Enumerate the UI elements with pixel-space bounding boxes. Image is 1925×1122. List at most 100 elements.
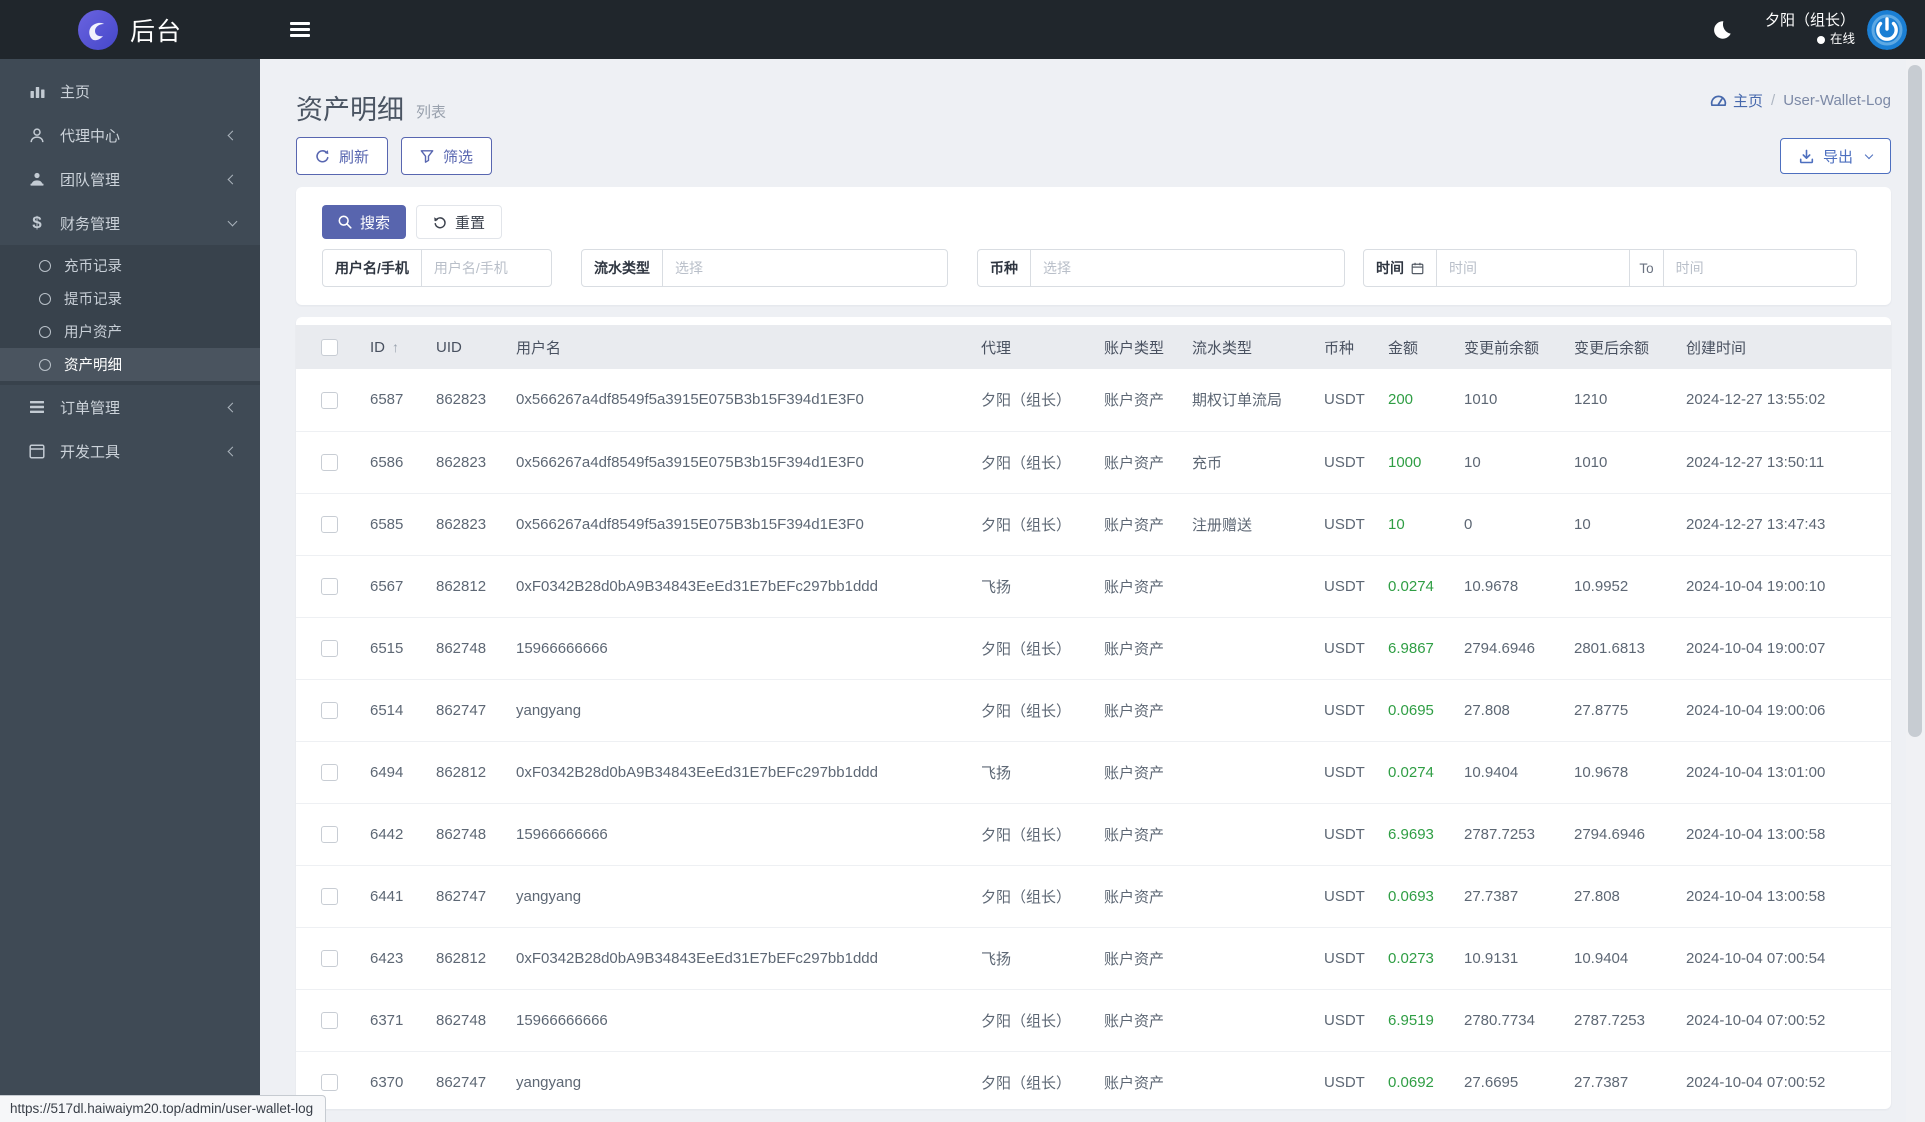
cell-coin: USDT bbox=[1314, 431, 1378, 494]
cell-id: 6494 bbox=[360, 741, 426, 804]
table-row: 6587 862823 0x566267a4df8549f5a3915E075B… bbox=[296, 369, 1891, 432]
time-filter-label: 时间 bbox=[1364, 250, 1437, 286]
power-icon bbox=[1867, 9, 1907, 50]
cell-amount: 0.0274 bbox=[1378, 555, 1454, 618]
row-checkbox[interactable] bbox=[320, 515, 338, 533]
cell-uid: 862812 bbox=[426, 741, 506, 804]
breadcrumb-separator: / bbox=[1771, 91, 1776, 109]
row-checkbox[interactable] bbox=[320, 577, 338, 595]
cell-flow-type bbox=[1182, 803, 1314, 866]
sidebar-item-withdraw-records[interactable]: 提币记录 bbox=[0, 282, 260, 315]
table-row: 6442 862748 15966666666 夕阳（组长） 账户资产 USDT… bbox=[296, 803, 1891, 866]
hamburger-icon[interactable] bbox=[290, 19, 310, 41]
refresh-button[interactable]: 刷新 bbox=[296, 137, 389, 175]
cell-flow-type bbox=[1182, 1051, 1314, 1109]
chevron-left-icon bbox=[227, 402, 238, 412]
filter-button[interactable]: 筛选 bbox=[401, 137, 493, 175]
sidebar-item-order-management[interactable]: 订单管理 bbox=[0, 385, 260, 429]
export-button[interactable]: 导出 bbox=[1779, 138, 1891, 174]
cell-id: 6586 bbox=[360, 431, 426, 494]
cell-account-type: 账户资产 bbox=[1094, 493, 1182, 556]
coin-filter-group: 币种 bbox=[977, 249, 1345, 287]
refresh-icon bbox=[316, 149, 329, 162]
cell-coin: USDT bbox=[1314, 1051, 1378, 1109]
column-header-id[interactable]: ID ↑ bbox=[360, 325, 426, 369]
reset-button[interactable]: 重置 bbox=[416, 205, 503, 239]
row-checkbox[interactable] bbox=[320, 887, 338, 905]
row-checkbox[interactable] bbox=[320, 701, 338, 719]
table-row: 6586 862823 0x566267a4df8549f5a3915E075B… bbox=[296, 431, 1891, 494]
sidebar-item-home[interactable]: 主页 bbox=[0, 69, 260, 113]
sidebar-item-agent-center[interactable]: 代理中心 bbox=[0, 113, 260, 157]
flow-type-select[interactable] bbox=[663, 250, 947, 286]
time-range-separator: To bbox=[1629, 250, 1664, 286]
cell-after-balance: 2801.6813 bbox=[1564, 617, 1676, 680]
cell-amount: 0.0695 bbox=[1378, 679, 1454, 742]
sidebar-item-asset-details[interactable]: 资产明细 bbox=[0, 348, 260, 381]
browser-status-url: https://517dl.haiwaiym20.top/admin/user-… bbox=[0, 1095, 327, 1122]
cell-uid: 862823 bbox=[426, 369, 506, 432]
cell-amount: 200 bbox=[1378, 369, 1454, 432]
chevron-left-icon bbox=[227, 446, 238, 456]
cell-account-type: 账户资产 bbox=[1094, 431, 1182, 494]
cell-after-balance: 2787.7253 bbox=[1564, 989, 1676, 1052]
breadcrumb-home-link[interactable]: 主页 bbox=[1710, 90, 1763, 111]
cell-coin: USDT bbox=[1314, 555, 1378, 618]
sidebar-item-deposit-records[interactable]: 充币记录 bbox=[0, 249, 260, 282]
sidebar-item-team-management[interactable]: 团队管理 bbox=[0, 157, 260, 201]
cell-account-type: 账户资产 bbox=[1094, 741, 1182, 804]
column-header-account-type: 账户类型 bbox=[1094, 325, 1182, 369]
brand-title: 后台 bbox=[129, 17, 182, 46]
scrollbar-thumb[interactable] bbox=[1908, 65, 1922, 737]
avatar[interactable] bbox=[1867, 9, 1907, 50]
finance-submenu: 充币记录 提币记录 用户资产 资产明细 bbox=[0, 245, 260, 385]
row-checkbox[interactable] bbox=[320, 453, 338, 471]
sidebar-item-finance-management[interactable]: $ 财务管理 bbox=[0, 201, 260, 245]
sidebar-item-user-assets[interactable]: 用户资产 bbox=[0, 315, 260, 348]
coin-filter-label: 币种 bbox=[978, 250, 1031, 286]
sidebar-item-dev-tools[interactable]: 开发工具 bbox=[0, 429, 260, 473]
search-icon bbox=[338, 215, 352, 229]
cell-created-at: 2024-10-04 13:00:58 bbox=[1676, 803, 1891, 866]
coin-select[interactable] bbox=[1031, 250, 1344, 286]
select-all-checkbox[interactable] bbox=[320, 338, 338, 356]
cell-username: 0x566267a4df8549f5a3915E075B3b15F394d1E3… bbox=[506, 431, 971, 494]
row-checkbox[interactable] bbox=[320, 639, 338, 657]
username-input[interactable] bbox=[421, 250, 551, 286]
cell-before-balance: 2780.7734 bbox=[1454, 989, 1564, 1052]
cell-flow-type bbox=[1182, 927, 1314, 990]
vertical-scrollbar[interactable] bbox=[1906, 59, 1925, 1122]
column-header-coin: 币种 bbox=[1314, 325, 1378, 369]
cell-before-balance: 27.808 bbox=[1454, 679, 1564, 742]
moon-icon[interactable] bbox=[1711, 19, 1733, 41]
table-row: 6515 862748 15966666666 夕阳（组长） 账户资产 USDT… bbox=[296, 617, 1891, 680]
time-from-input[interactable] bbox=[1437, 250, 1630, 286]
cell-uid: 862747 bbox=[426, 1051, 506, 1109]
cell-agent: 夕阳（组长） bbox=[971, 1051, 1094, 1109]
cell-uid: 862812 bbox=[426, 927, 506, 990]
user-block[interactable]: 夕阳（组长） 在线 bbox=[1765, 11, 1855, 48]
row-checkbox[interactable] bbox=[320, 825, 338, 843]
cell-created-at: 2024-10-04 07:00:54 bbox=[1676, 927, 1891, 990]
column-header-agent: 代理 bbox=[971, 325, 1094, 369]
row-checkbox[interactable] bbox=[320, 391, 338, 409]
column-header-after-balance: 变更后余额 bbox=[1564, 325, 1676, 369]
row-checkbox[interactable] bbox=[320, 763, 338, 781]
search-button[interactable]: 搜索 bbox=[322, 205, 407, 239]
row-checkbox[interactable] bbox=[320, 949, 338, 967]
cell-account-type: 账户资产 bbox=[1094, 555, 1182, 618]
funnel-icon bbox=[420, 149, 434, 163]
cell-username: 0x566267a4df8549f5a3915E075B3b15F394d1E3… bbox=[506, 493, 971, 556]
cell-coin: USDT bbox=[1314, 679, 1378, 742]
brand[interactable]: 后台 bbox=[0, 0, 260, 59]
row-checkbox[interactable] bbox=[320, 1073, 338, 1091]
time-to-input[interactable] bbox=[1663, 250, 1856, 286]
table-header-row: ID ↑ UID 用户名 代理 账户类型 流水类型 币种 金额 变更前余额 变更后… bbox=[296, 325, 1891, 369]
cell-coin: USDT bbox=[1314, 989, 1378, 1052]
cell-before-balance: 27.6695 bbox=[1454, 1051, 1564, 1109]
cell-username: yangyang bbox=[506, 1051, 971, 1109]
row-checkbox[interactable] bbox=[320, 1011, 338, 1029]
cell-before-balance: 10.9404 bbox=[1454, 741, 1564, 804]
cell-amount: 6.9519 bbox=[1378, 989, 1454, 1052]
cell-uid: 862823 bbox=[426, 493, 506, 556]
